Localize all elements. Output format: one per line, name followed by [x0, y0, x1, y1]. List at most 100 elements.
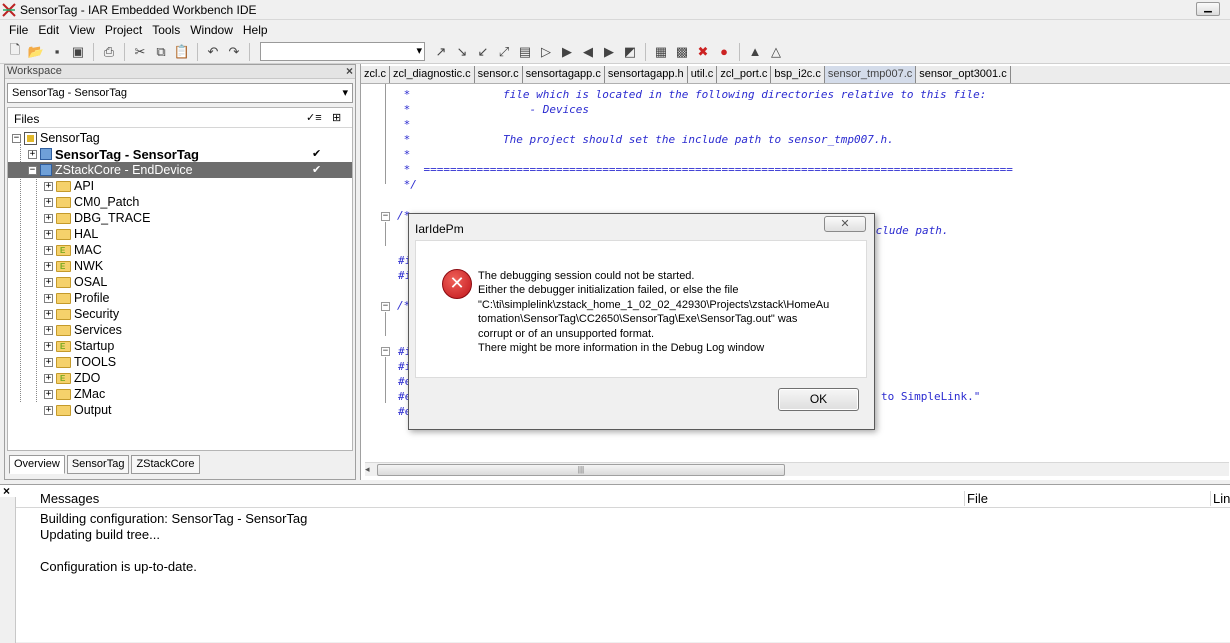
tree-folder-zdo[interactable]: + E ZDO: [44, 370, 100, 386]
cut-icon[interactable]: ✂: [131, 43, 149, 61]
file-column-header[interactable]: File: [964, 491, 988, 506]
expand-icon[interactable]: +: [44, 405, 53, 415]
tree-folder-nwk[interactable]: + E NWK: [44, 258, 103, 274]
debug-no-download-icon[interactable]: △: [767, 43, 785, 61]
menu-edit[interactable]: Edit: [33, 23, 64, 37]
tree-root[interactable]: − SensorTag: [12, 130, 100, 146]
tree-folder-startup[interactable]: + E Startup: [44, 338, 114, 354]
tab-util-c[interactable]: util.c: [687, 66, 718, 83]
next-bookmark-icon[interactable]: ▶: [558, 43, 576, 61]
ok-button[interactable]: OK: [778, 388, 859, 411]
find-icon[interactable]: ↗: [432, 43, 450, 61]
tab-overview[interactable]: Overview: [9, 455, 65, 474]
tab-zstackcore[interactable]: ZStackCore: [131, 455, 200, 474]
tree-folder-hal[interactable]: + HAL: [44, 226, 98, 242]
paste-icon[interactable]: 📋: [173, 43, 191, 61]
scrollbar-thumb[interactable]: |||: [377, 464, 785, 476]
tree-folder-tools[interactable]: + TOOLS: [44, 354, 116, 370]
fold-toggle-icon[interactable]: −: [381, 302, 390, 311]
menu-view[interactable]: View: [64, 23, 100, 37]
expand-icon[interactable]: +: [44, 389, 53, 399]
tab-sensortagapp-h[interactable]: sensortagapp.h: [604, 66, 688, 83]
menu-file[interactable]: File: [4, 23, 33, 37]
options-icon[interactable]: ⊞: [332, 111, 341, 124]
nav-back-icon[interactable]: ◀: [579, 43, 597, 61]
message-line[interactable]: Updating build tree...: [40, 527, 160, 542]
expand-icon[interactable]: +: [44, 325, 53, 335]
copy-icon[interactable]: ⧉: [152, 43, 170, 61]
replace-icon[interactable]: ⤢: [495, 43, 513, 61]
expand-icon[interactable]: +: [28, 149, 37, 159]
configuration-select[interactable]: SensorTag - SensorTag: [7, 83, 353, 103]
tree-folder-osal[interactable]: + OSAL: [44, 274, 107, 290]
expand-icon[interactable]: +: [44, 309, 53, 319]
collapse-icon[interactable]: −: [28, 165, 37, 175]
make-icon[interactable]: ▩: [673, 43, 691, 61]
minimize-button[interactable]: ▁: [1196, 2, 1220, 16]
sort-icon[interactable]: ✓≡: [306, 111, 322, 124]
horizontal-scrollbar[interactable]: ◂ |||: [365, 462, 1229, 476]
tab-bsp-i2c-c[interactable]: bsp_i2c.c: [771, 66, 825, 83]
tab-sensortagapp-c[interactable]: sensortagapp.c: [522, 66, 605, 83]
find-prev-icon[interactable]: ↙: [474, 43, 492, 61]
tree-folder-output[interactable]: + Output: [44, 402, 112, 418]
workspace-close-icon[interactable]: ×: [346, 64, 353, 78]
menu-help[interactable]: Help: [238, 23, 273, 37]
tab-zcl-c[interactable]: zcl.c: [361, 66, 390, 83]
tab-sensor-tmp007-c[interactable]: sensor_tmp007.c: [824, 66, 917, 83]
tree-project-zstackcore[interactable]: − ZStackCore - EndDevice: [28, 162, 193, 178]
fold-toggle-icon[interactable]: −: [381, 347, 390, 356]
expand-icon[interactable]: +: [44, 341, 53, 351]
save-icon[interactable]: ▪: [48, 43, 66, 61]
menu-window[interactable]: Window: [185, 23, 238, 37]
print-icon[interactable]: ⎙: [100, 43, 118, 61]
tree-folder-security[interactable]: + Security: [44, 306, 119, 322]
tree-folder-dbg-trace[interactable]: + DBG_TRACE: [44, 210, 150, 226]
tab-sensor-opt3001-c[interactable]: sensor_opt3001.c: [916, 66, 1011, 83]
expand-icon[interactable]: +: [44, 245, 53, 255]
expand-icon[interactable]: +: [44, 229, 53, 239]
line-column-header[interactable]: Lin: [1210, 491, 1230, 506]
redo-icon[interactable]: ↷: [225, 43, 243, 61]
message-line[interactable]: Building configuration: SensorTag - Sens…: [40, 511, 307, 526]
tree-folder-services[interactable]: + Services: [44, 322, 122, 338]
expand-icon[interactable]: +: [44, 357, 53, 367]
collapse-icon[interactable]: −: [12, 133, 21, 143]
open-folder-icon[interactable]: 📂: [27, 43, 45, 61]
undo-icon[interactable]: ↶: [204, 43, 222, 61]
menu-tools[interactable]: Tools: [147, 23, 185, 37]
scroll-left-icon[interactable]: ◂: [365, 464, 370, 475]
tree-folder-mac[interactable]: + E MAC: [44, 242, 102, 258]
tab-zcl-diagnostic-c[interactable]: zcl_diagnostic.c: [390, 66, 475, 83]
tree-folder-api[interactable]: + API: [44, 178, 94, 194]
compile-icon[interactable]: ▦: [652, 43, 670, 61]
message-line[interactable]: Configuration is up-to-date.: [40, 559, 197, 574]
nav-forward-icon[interactable]: ▶: [600, 43, 618, 61]
tree-folder-cm0-patch[interactable]: + CM0_Patch: [44, 194, 139, 210]
messages-close-icon[interactable]: ×: [3, 484, 10, 498]
messages-column-header[interactable]: Messages: [40, 491, 99, 506]
bookmark-icon[interactable]: ▷: [537, 43, 555, 61]
expand-icon[interactable]: +: [44, 213, 53, 223]
stop-build-icon[interactable]: ✖: [694, 43, 712, 61]
expand-icon[interactable]: +: [44, 261, 53, 271]
tab-sensor-c[interactable]: sensor.c: [474, 66, 523, 83]
dialog-close-button[interactable]: ✕: [824, 216, 866, 232]
breakpoint-icon[interactable]: ●: [715, 43, 733, 61]
find-next-icon[interactable]: ↘: [453, 43, 471, 61]
expand-icon[interactable]: +: [44, 197, 53, 207]
expand-icon[interactable]: +: [44, 293, 53, 303]
tree-folder-profile[interactable]: + Profile: [44, 290, 109, 306]
tab-zcl-port-c[interactable]: zcl_port.c: [717, 66, 772, 83]
tree-folder-zmac[interactable]: + ZMac: [44, 386, 105, 402]
tab-sensortag[interactable]: SensorTag: [66, 455, 130, 474]
tree-project-sensortag[interactable]: + SensorTag - SensorTag: [28, 146, 199, 162]
fold-toggle-icon[interactable]: −: [381, 212, 390, 221]
expand-icon[interactable]: +: [44, 181, 53, 191]
find-combo[interactable]: [260, 42, 425, 61]
new-file-icon[interactable]: 🗋: [6, 42, 24, 61]
menu-project[interactable]: Project: [100, 23, 147, 37]
goto-icon[interactable]: ▤: [516, 43, 534, 61]
toggle-breakpoint-icon[interactable]: ◩: [621, 43, 639, 61]
expand-icon[interactable]: +: [44, 373, 53, 383]
